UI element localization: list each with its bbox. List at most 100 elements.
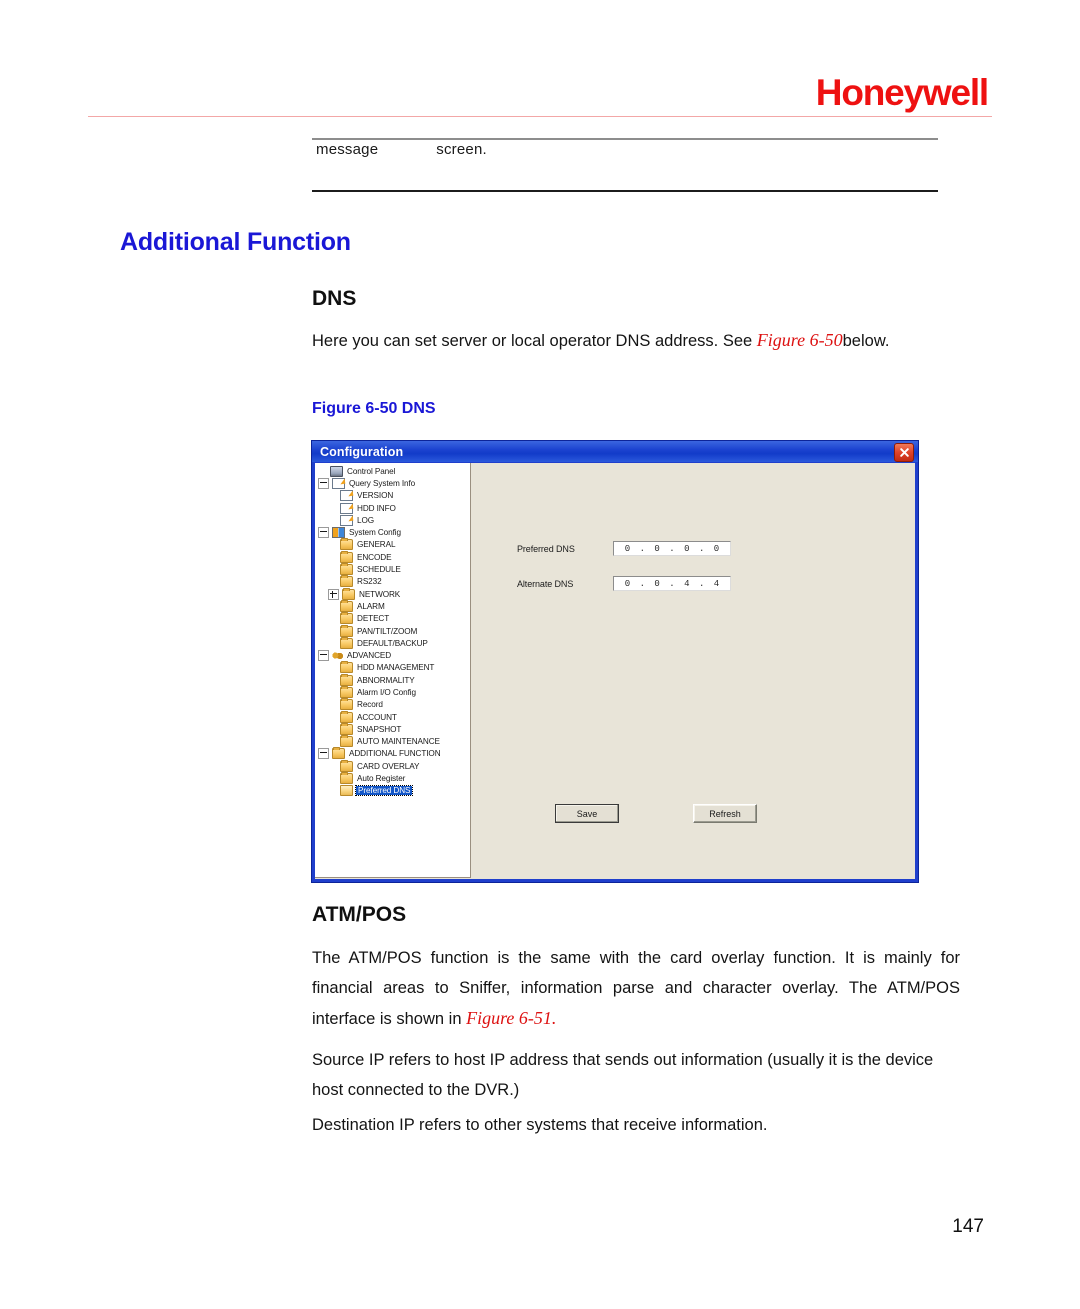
preferred-dns-input[interactable]: 0 . 0 . 0 . 0 — [613, 541, 731, 556]
preferred-dns-label: Preferred DNS — [517, 543, 575, 554]
tree-item-account[interactable]: ACCOUNT — [318, 710, 470, 723]
folder-icon — [342, 587, 355, 600]
figure-caption-6-50: Figure 6-50 DNS — [312, 400, 436, 417]
octet-dot: . — [639, 578, 645, 589]
tree-item-log[interactable]: LOG — [318, 514, 470, 526]
tree-item-label: LOG — [357, 515, 374, 525]
gears-icon — [332, 651, 343, 661]
dns-intro-text-b: below. — [842, 332, 890, 350]
collapse-icon[interactable] — [318, 477, 329, 489]
tree-item-label: ADDITIONAL FUNCTION — [349, 749, 441, 759]
tree-item-general[interactable]: GENERAL — [318, 538, 470, 551]
tree-item-label: HDD INFO — [357, 503, 396, 513]
figure-reference-6-50: Figure 6-50 — [756, 330, 843, 350]
folder-icon — [340, 538, 353, 551]
configuration-dialog: Configuration Control Panel Query System … — [311, 440, 919, 883]
collapse-icon[interactable] — [318, 527, 329, 539]
tree-item-hdd-management[interactable]: HDD MANAGEMENT — [318, 661, 470, 674]
close-icon[interactable] — [894, 443, 914, 462]
refresh-button[interactable]: Refresh — [693, 804, 757, 823]
note-text: message screen. — [316, 141, 487, 158]
tree-item-card-overlay[interactable]: CARD OVERLAY — [318, 759, 470, 772]
tree-item-system-config[interactable]: System Config — [318, 526, 470, 539]
save-button[interactable]: Save — [555, 804, 619, 823]
folder-icon — [340, 599, 353, 612]
tree-item-auto-maintenance[interactable]: AUTO MAINTENANCE — [318, 735, 470, 748]
tree-item-preferred-dns[interactable]: Preferred DNS — [318, 785, 470, 797]
note-icon — [340, 502, 353, 514]
tree-item-additional-function[interactable]: ADDITIONAL FUNCTION — [318, 747, 470, 760]
note-rule-top — [312, 138, 938, 140]
tree-item-snapshot[interactable]: SNAPSHOT — [318, 722, 470, 735]
octet-dot: . — [669, 578, 675, 589]
tree-item-rs232[interactable]: RS232 — [318, 575, 470, 588]
tree-item-label: ADVANCED — [347, 651, 392, 661]
tree-item-label: Record — [357, 700, 383, 710]
tree-item-record[interactable]: Record — [318, 698, 470, 711]
folder-icon — [340, 636, 353, 649]
tree-item-detect[interactable]: DETECT — [318, 612, 470, 625]
expand-icon[interactable] — [328, 588, 339, 600]
tree-item-pan-tilt-zoom[interactable]: PAN/TILT/ZOOM — [318, 624, 470, 637]
tree-item-alarm-i-o-config[interactable]: Alarm I/O Config — [318, 685, 470, 698]
tree-item-hdd-info[interactable]: HDD INFO — [318, 502, 470, 514]
tree-item-encode[interactable]: ENCODE — [318, 550, 470, 563]
tree-item-label: NETWORK — [359, 589, 401, 599]
dns-settings-panel: Preferred DNS 0 . 0 . 0 . 0 Alternate DN… — [471, 463, 915, 879]
tree-item-schedule[interactable]: SCHEDULE — [318, 563, 470, 576]
tree-item-label: ACCOUNT — [357, 712, 397, 722]
atmpos-text: The ATM/POS function is the same with th… — [312, 949, 960, 1028]
tree-item-label: Auto Register — [357, 774, 406, 784]
tree-item-label: ALARM — [357, 601, 385, 611]
folder-icon — [340, 661, 353, 674]
tree-item-label: CARD OVERLAY — [357, 761, 420, 771]
octet-1: 0 — [624, 543, 631, 554]
octet-4: 0 — [713, 543, 720, 554]
octet-4: 4 — [713, 578, 720, 589]
tree-item-label: Preferred DNS — [354, 785, 414, 797]
octet-dot: . — [639, 543, 645, 554]
alternate-dns-label: Alternate DNS — [517, 578, 574, 589]
header-rule — [88, 116, 992, 117]
folder-icon — [340, 722, 353, 735]
folder-icon — [340, 563, 353, 576]
folder-icon — [340, 735, 353, 748]
tree-item-network[interactable]: NETWORK — [318, 587, 470, 600]
octet-dot: . — [669, 543, 675, 554]
tree-item-label: VERSION — [357, 491, 394, 501]
paragraph-destination-ip: Destination IP refers to other systems t… — [312, 1116, 768, 1134]
folder-icon — [340, 772, 353, 785]
octet-3: 4 — [684, 578, 690, 589]
octet-3: 0 — [684, 543, 690, 554]
note-icon — [340, 514, 353, 526]
configuration-tree[interactable]: Control Panel Query System Info VERSION HDD… — [315, 463, 471, 878]
folder-icon — [332, 747, 345, 760]
folder-icon — [340, 550, 353, 563]
figure-reference-6-51: Figure 6-51. — [466, 1008, 557, 1028]
tree-item-control-panel[interactable]: Control Panel — [318, 465, 470, 477]
folder-icon — [340, 673, 353, 686]
dialog-titlebar[interactable]: Configuration — [312, 441, 918, 462]
subsection-heading-atmpos: ATM/POS — [312, 903, 407, 926]
tree-item-query-system-info[interactable]: Query System Info — [318, 477, 470, 489]
collapse-icon[interactable] — [318, 650, 329, 662]
alternate-dns-input[interactable]: 0 . 0 . 4 . 4 — [613, 576, 731, 591]
collapse-icon[interactable] — [318, 748, 329, 760]
tree-item-label: Control Panel — [347, 466, 396, 476]
section-heading-additional-function: Additional Function — [120, 228, 351, 256]
tree-item-label: GENERAL — [357, 540, 396, 550]
tree-item-abnormality[interactable]: ABNORMALITY — [318, 673, 470, 686]
sysconfig-icon — [332, 527, 345, 539]
folder-icon — [340, 685, 353, 698]
octet-dot: . — [698, 578, 705, 589]
tree-item-label: HDD MANAGEMENT — [357, 663, 435, 673]
tree-item-version[interactable]: VERSION — [318, 490, 470, 502]
tree-item-advanced[interactable]: ADVANCED — [318, 649, 470, 662]
tree-item-alarm[interactable]: ALARM — [318, 599, 470, 612]
dns-intro-text-a: Here you can set server or local operato… — [312, 332, 757, 350]
tree-item-default-backup[interactable]: DEFAULT/BACKUP — [318, 636, 470, 649]
octet-dot: . — [698, 543, 705, 554]
octet-2: 0 — [654, 543, 660, 554]
tree-item-auto-register[interactable]: Auto Register — [318, 772, 470, 785]
honeywell-logo: Honeywell — [815, 72, 989, 113]
